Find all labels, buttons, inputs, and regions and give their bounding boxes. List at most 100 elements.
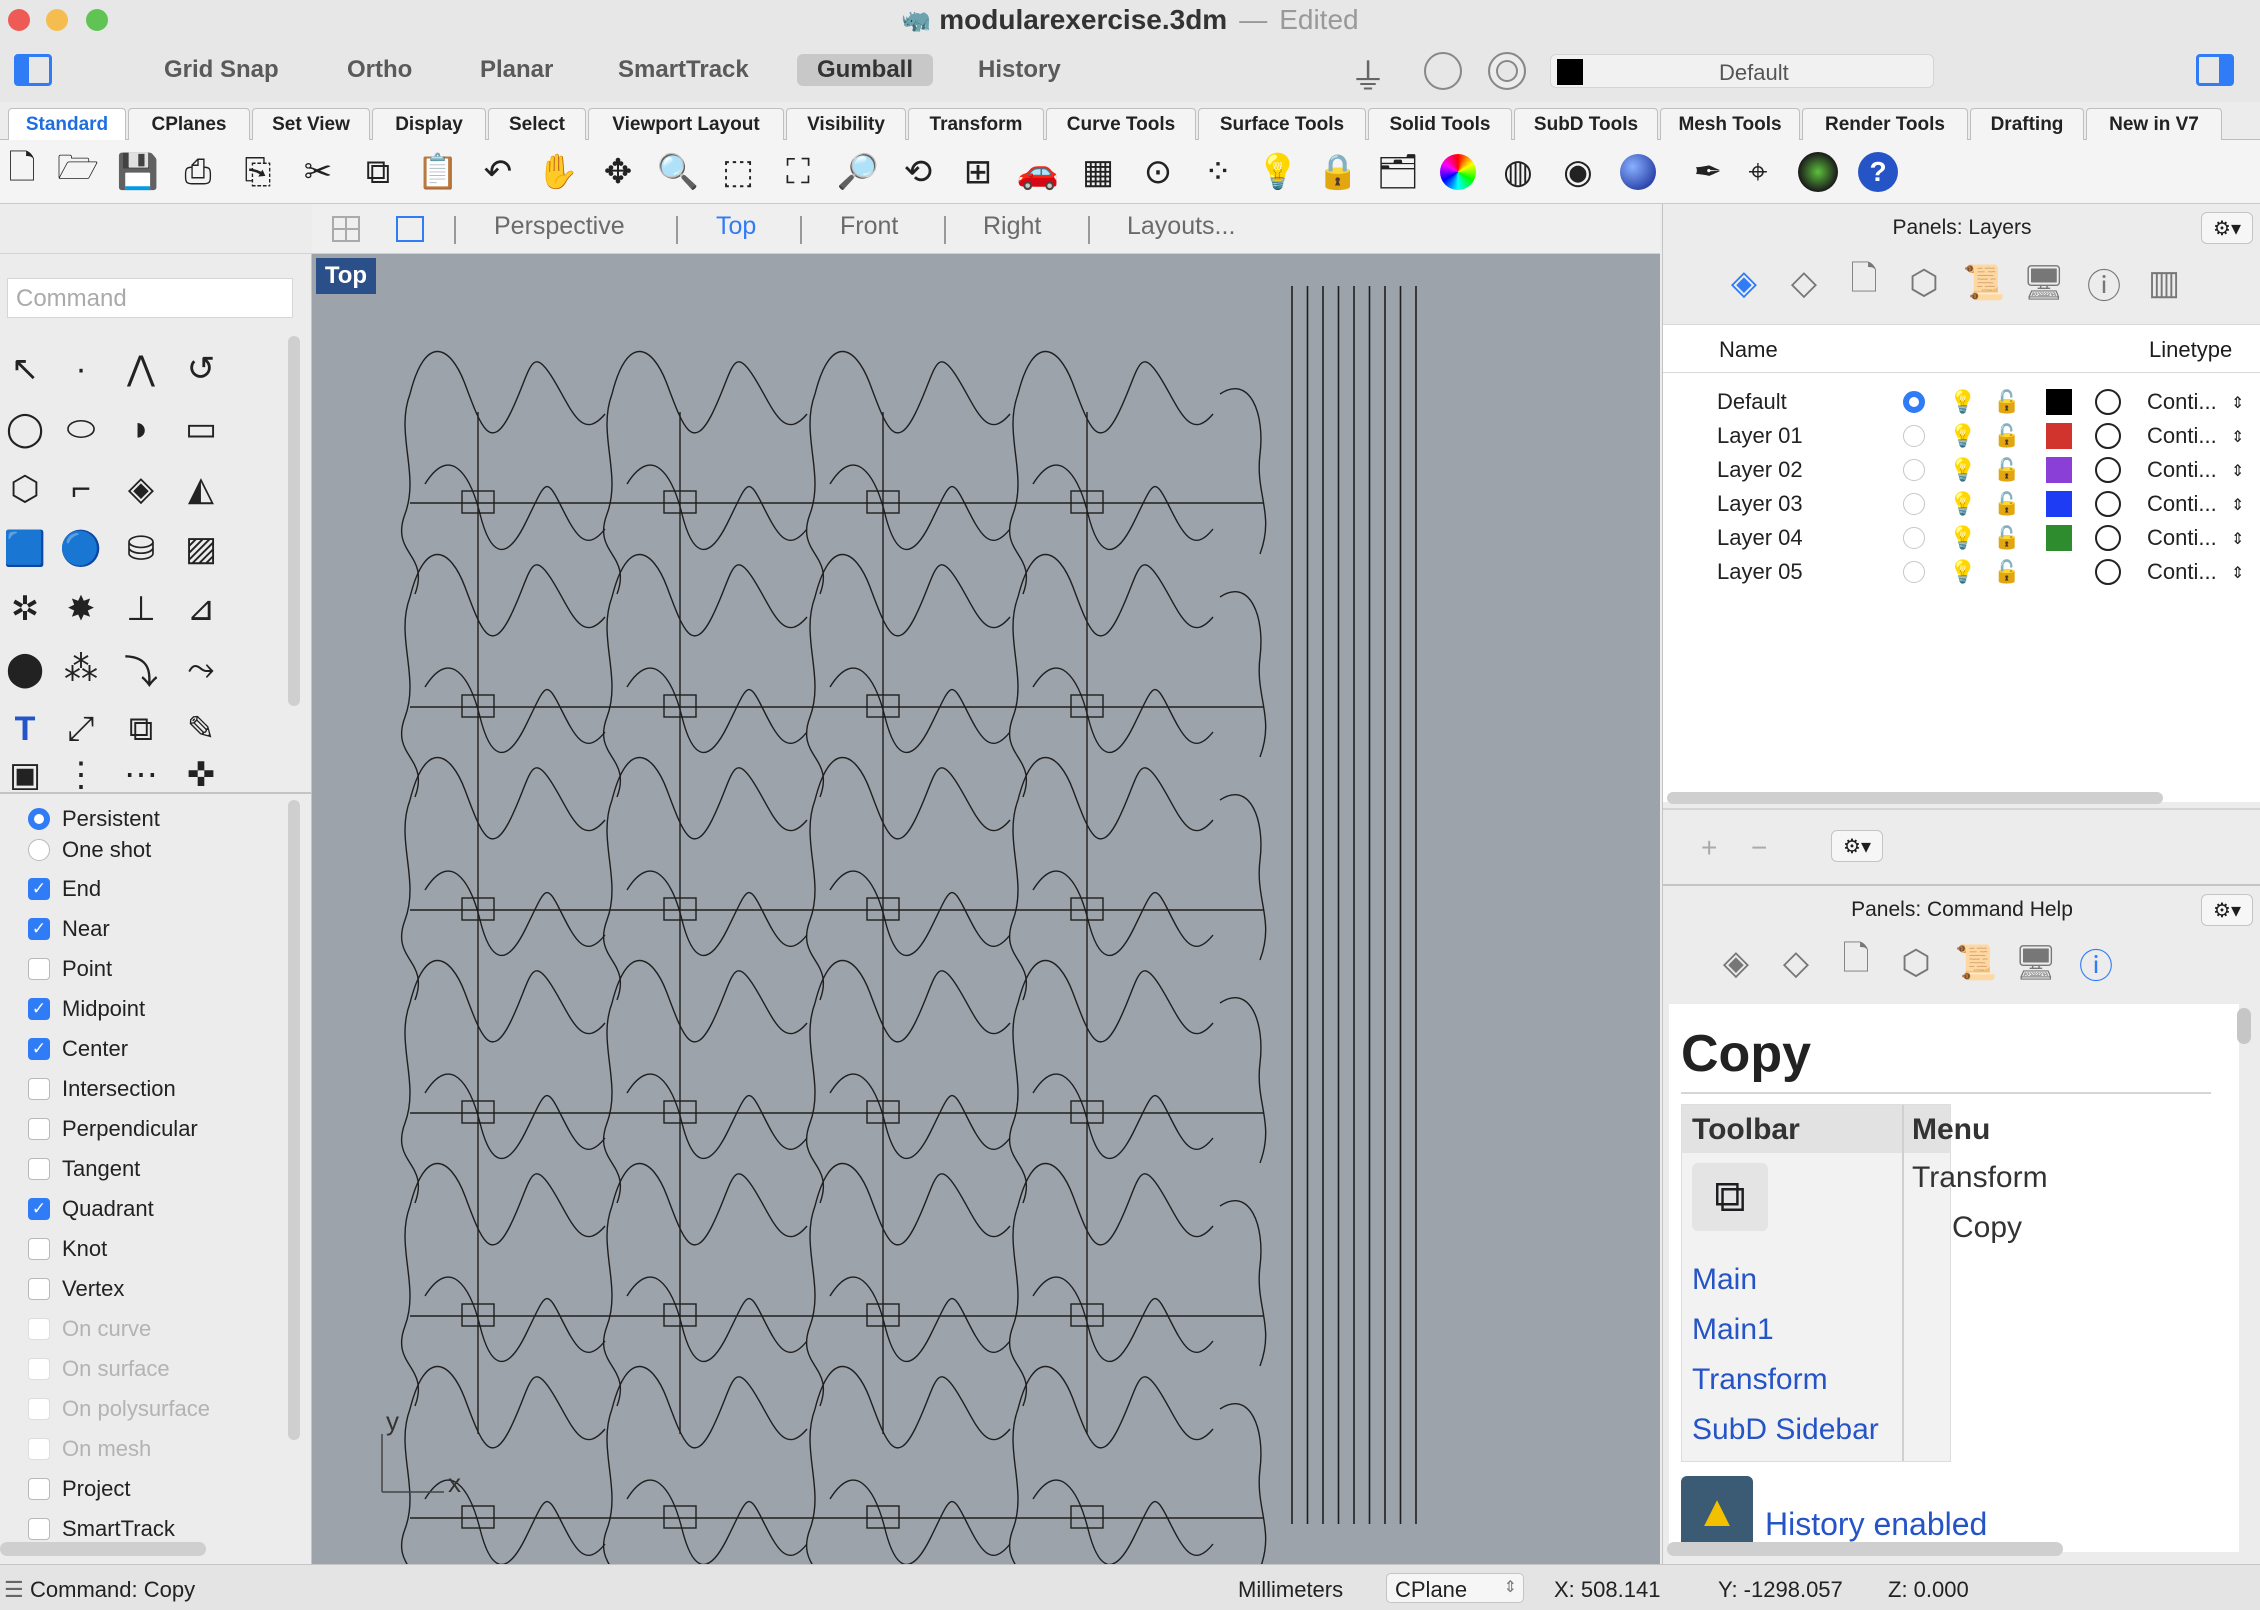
current-layer-selector[interactable]: Default bbox=[1550, 54, 1934, 88]
paste-icon[interactable]: 📋 bbox=[416, 150, 460, 194]
layer-row[interactable]: Default 💡 🔓 Conti... ⇕ bbox=[1663, 385, 2260, 419]
remove-layer-button[interactable]: − bbox=[1751, 832, 1767, 864]
tab-visibility[interactable]: Visibility bbox=[786, 108, 906, 140]
pan-icon[interactable]: ✋ bbox=[536, 150, 580, 194]
car-icon[interactable]: 🚗 bbox=[1016, 150, 1060, 194]
polyline-icon[interactable]: ⋀ bbox=[116, 344, 166, 394]
single-view-icon[interactable] bbox=[396, 216, 424, 242]
checkbox-icon[interactable] bbox=[28, 1238, 50, 1260]
shaded-sphere-icon[interactable]: ◉ bbox=[1556, 150, 1600, 194]
layer-linetype[interactable]: Conti... bbox=[2147, 457, 2217, 483]
scale-icon[interactable]: ⤢ bbox=[56, 704, 106, 754]
osnap-center[interactable]: ✓ Center bbox=[28, 1032, 128, 1066]
new-file-icon[interactable]: 🗋 bbox=[0, 149, 44, 194]
material-circle-icon[interactable] bbox=[2095, 525, 2121, 551]
checkbox-icon[interactable] bbox=[28, 1118, 50, 1140]
current-layer-radio[interactable] bbox=[1903, 391, 1925, 413]
explode-icon[interactable]: ✸ bbox=[56, 584, 106, 634]
layer-name[interactable]: Layer 03 bbox=[1717, 491, 1803, 517]
osnap-icon[interactable] bbox=[1424, 52, 1462, 90]
osnap-scrollbar[interactable] bbox=[288, 800, 300, 1440]
extrude-icon[interactable]: ◭ bbox=[176, 464, 226, 514]
osnap-point-icon[interactable]: ⊙ bbox=[1136, 150, 1180, 194]
gumball-icon[interactable]: ✜ bbox=[176, 760, 226, 790]
chevron-updown-icon[interactable]: ⇕ bbox=[2231, 393, 2244, 413]
layer-color-swatch[interactable] bbox=[2046, 389, 2072, 415]
osnap-tangent[interactable]: Tangent bbox=[28, 1152, 140, 1186]
layer-color-swatch[interactable] bbox=[2046, 423, 2072, 449]
checkbox-icon[interactable] bbox=[28, 1518, 50, 1540]
group-icon[interactable]: ⁂ bbox=[56, 644, 106, 694]
rotate-view-icon[interactable]: ✥ bbox=[596, 150, 640, 194]
mesh-icon[interactable]: ▨ bbox=[176, 524, 226, 574]
tab-solid-tools[interactable]: Solid Tools bbox=[1368, 108, 1512, 140]
tab-transform[interactable]: Transform bbox=[908, 108, 1044, 140]
tab-render-tools[interactable]: Render Tools bbox=[1802, 108, 1968, 140]
checkbox-icon[interactable]: ✓ bbox=[28, 878, 50, 900]
layer-color-swatch[interactable] bbox=[2046, 559, 2072, 585]
chevron-updown-icon[interactable]: ⇕ bbox=[2231, 563, 2244, 583]
history-enabled-link[interactable]: History enabled bbox=[1765, 1506, 1987, 1543]
material-circle-icon[interactable] bbox=[2095, 389, 2121, 415]
layer-linetype[interactable]: Conti... bbox=[2147, 525, 2217, 551]
layer-row[interactable]: Layer 05 💡 🔓 Conti... ⇕ bbox=[1663, 555, 2260, 589]
tab-top[interactable]: Top bbox=[716, 212, 756, 241]
unlock-icon[interactable]: 🔓 bbox=[1993, 559, 2020, 585]
osnap-knot[interactable]: Knot bbox=[28, 1232, 107, 1266]
layer-name[interactable]: Layer 02 bbox=[1717, 457, 1803, 483]
array-linear-icon[interactable]: ⋮ bbox=[56, 760, 106, 790]
osnap-midpoint[interactable]: ✓ Midpoint bbox=[28, 992, 145, 1026]
material-circle-icon[interactable] bbox=[2095, 491, 2121, 517]
document-tab-icon[interactable]: 🗋 bbox=[1839, 258, 1889, 308]
chevron-updown-icon[interactable]: ⇕ bbox=[2231, 427, 2244, 447]
chevron-updown-icon[interactable]: ⇕ bbox=[2231, 529, 2244, 549]
layer-stack-icon[interactable]: 🗂 bbox=[1376, 150, 1420, 194]
split-icon[interactable]: ⊿ bbox=[176, 584, 226, 634]
help-gear-icon[interactable]: ⚙▾ bbox=[2201, 894, 2253, 926]
open-file-icon[interactable]: 🗁 bbox=[56, 149, 100, 194]
layer-row[interactable]: Layer 04 💡 🔓 Conti... ⇕ bbox=[1663, 521, 2260, 555]
cylinder-icon[interactable]: ⛁ bbox=[116, 524, 166, 574]
zoom-extents-icon[interactable]: ⛶ bbox=[776, 150, 820, 194]
arc-icon[interactable]: ◗ bbox=[116, 404, 166, 454]
tab-surface-tools[interactable]: Surface Tools bbox=[1198, 108, 1366, 140]
array-icon[interactable]: ⋯ bbox=[116, 760, 166, 790]
checkbox-icon[interactable] bbox=[28, 1398, 50, 1420]
tab-front[interactable]: Front bbox=[840, 212, 898, 241]
osnap-end[interactable]: ✓ End bbox=[28, 872, 101, 906]
checkbox-icon[interactable]: ✓ bbox=[28, 1038, 50, 1060]
rendered-sphere-icon[interactable] bbox=[1616, 150, 1660, 194]
toolbox-scrollbar[interactable] bbox=[288, 336, 300, 706]
layer-name[interactable]: Default bbox=[1717, 389, 1787, 415]
dimension-icon[interactable]: ⌖ bbox=[1736, 150, 1780, 194]
chevron-updown-icon[interactable]: ⇕ bbox=[2231, 495, 2244, 515]
lock-icon[interactable]: 🔒 bbox=[1316, 150, 1360, 194]
tab-perspective[interactable]: Perspective bbox=[494, 212, 625, 241]
text-icon[interactable]: T bbox=[0, 704, 50, 754]
zoom-window-icon[interactable]: ⬚ bbox=[716, 150, 760, 194]
trim-icon[interactable]: ⊥ bbox=[116, 584, 166, 634]
checkbox-icon[interactable] bbox=[28, 1438, 50, 1460]
notes-tab-icon[interactable]: 📜 bbox=[1959, 258, 2009, 308]
unlock-icon[interactable]: 🔓 bbox=[1993, 457, 2020, 483]
current-layer-radio[interactable] bbox=[1903, 493, 1925, 515]
radio-icon[interactable] bbox=[28, 839, 50, 861]
copy-tool-icon[interactable]: ⧉ bbox=[116, 704, 166, 754]
layer-name[interactable]: Layer 05 bbox=[1717, 559, 1803, 585]
toolbar-link-transform[interactable]: Transform bbox=[1692, 1363, 1828, 1397]
tab-drafting[interactable]: Drafting bbox=[1970, 108, 2084, 140]
tab-subd-tools[interactable]: SubD Tools bbox=[1514, 108, 1658, 140]
osnap-perpendicular[interactable]: Perpendicular bbox=[28, 1112, 198, 1146]
layers-tab-icon[interactable]: ◈ bbox=[1719, 258, 1769, 308]
light-bulb-icon[interactable]: 💡 bbox=[1949, 559, 1976, 585]
layer-name[interactable]: Layer 04 bbox=[1717, 525, 1803, 551]
checkbox-icon[interactable] bbox=[28, 1078, 50, 1100]
properties-tab-icon[interactable]: ◇ bbox=[1779, 258, 1829, 308]
ellipse-icon[interactable]: ⬭ bbox=[56, 404, 106, 454]
unlock-icon[interactable]: 🔓 bbox=[1993, 491, 2020, 517]
checkbox-icon[interactable]: ✓ bbox=[28, 918, 50, 940]
command-input[interactable]: Command bbox=[7, 278, 293, 318]
rectangle-icon[interactable]: ▭ bbox=[176, 404, 226, 454]
four-view-icon[interactable] bbox=[332, 216, 360, 242]
history-toggle[interactable]: History bbox=[958, 54, 1081, 86]
